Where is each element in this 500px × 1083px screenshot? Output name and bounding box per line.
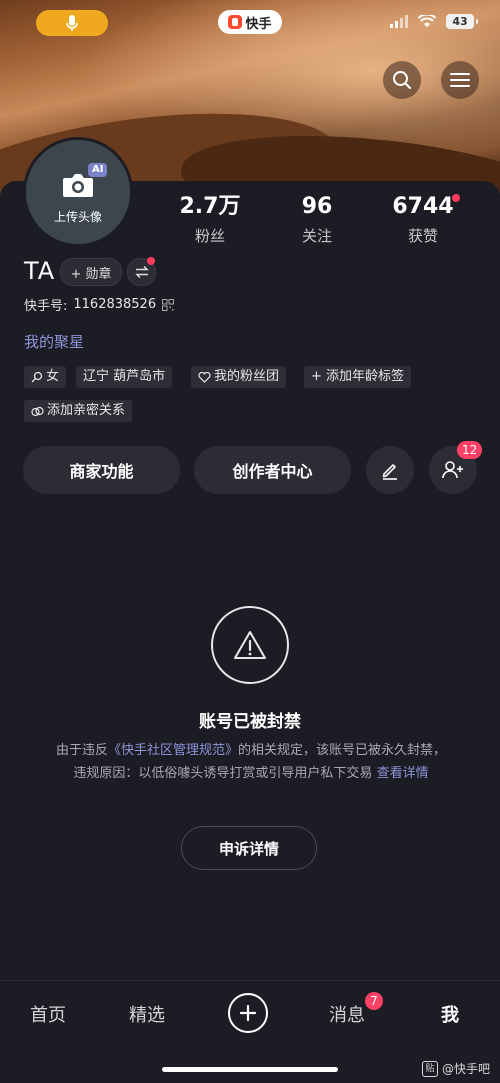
signal-icon	[390, 15, 408, 28]
kwai-id-row: 快手号: 1162838526	[24, 295, 175, 314]
tag-label: 辽宁 葫芦岛市	[83, 369, 166, 384]
likes-notification-dot	[452, 194, 460, 202]
appeal-details-button[interactable]: 申诉详情	[181, 826, 317, 870]
watermark-text: @快手吧	[441, 1062, 490, 1076]
menu-icon	[450, 73, 470, 87]
stat-label: 获赞	[407, 227, 438, 245]
qr-code-icon[interactable]	[162, 298, 175, 311]
link-icon	[31, 406, 44, 416]
heart-icon	[198, 371, 211, 383]
tab-me[interactable]: 我	[441, 1001, 459, 1027]
home-indicator[interactable]	[162, 1067, 338, 1072]
stat-label: 关注	[301, 227, 332, 245]
avatar-label: 上传头像	[53, 210, 102, 224]
tab-featured[interactable]: 精选	[129, 1001, 165, 1027]
stat-value: 2.7万	[179, 194, 241, 219]
tieba-icon: 贴	[421, 1060, 438, 1077]
view-details-link[interactable]: 查看详情	[377, 766, 429, 781]
messages-badge: 7	[365, 992, 383, 1010]
tab-messages[interactable]: 消息	[329, 1001, 365, 1027]
battery-icon: 43	[446, 14, 478, 29]
female-icon	[31, 371, 43, 383]
tag-add-age[interactable]: + 添加年龄标签	[304, 366, 412, 388]
creator-center-button[interactable]: 创作者中心	[194, 446, 351, 494]
mic-icon	[66, 15, 78, 31]
edit-profile-button[interactable]	[366, 446, 414, 494]
kuaishou-logo-icon	[228, 15, 243, 29]
tag-label: 女	[46, 369, 60, 384]
kwai-id-value: 1162838526	[73, 297, 157, 312]
add-user-icon	[442, 461, 463, 479]
ban-desc-text: 由于违反	[55, 743, 108, 758]
my-juxing-link[interactable]: 我的聚星	[24, 331, 84, 352]
tag-fan-club[interactable]: 我的粉丝团	[191, 366, 287, 388]
warning-icon	[234, 631, 266, 659]
plus-icon	[239, 1004, 257, 1022]
search-icon	[393, 71, 411, 89]
avatar-upload[interactable]: AI 上传头像	[23, 137, 133, 247]
wifi-icon	[418, 15, 436, 27]
add-medal-button[interactable]: + 勋章	[60, 258, 122, 286]
warning-badge	[211, 606, 289, 684]
tag-label: 我的粉丝团	[214, 369, 280, 384]
tag-add-relationship[interactable]: 添加亲密关系	[24, 400, 133, 422]
kwai-id-label: 快手号:	[24, 299, 68, 314]
profile-name: TA	[24, 257, 56, 285]
stat-value: 96	[301, 194, 333, 219]
tag-location[interactable]: 辽宁 葫芦岛市	[76, 366, 173, 388]
camera-icon	[63, 174, 93, 197]
edit-icon	[382, 464, 397, 480]
tab-home[interactable]: 首页	[30, 1001, 66, 1027]
app-indicator: 快手	[218, 10, 282, 34]
menu-button[interactable]	[441, 61, 479, 99]
tag-gender[interactable]: 女	[24, 366, 67, 388]
ban-title: 账号已被封禁	[199, 712, 301, 732]
tag-label: 添加亲密关系	[47, 403, 126, 418]
search-button[interactable]	[383, 61, 421, 99]
mic-indicator	[36, 10, 108, 36]
switch-icon	[134, 266, 149, 278]
switch-notification-dot	[147, 257, 155, 265]
status-bar: 快手 43	[0, 0, 500, 44]
merchant-features-button[interactable]: 商家功能	[23, 446, 180, 494]
stat-label: 粉丝	[194, 227, 225, 245]
friend-request-badge: 12	[457, 441, 483, 459]
stat-following[interactable]: 96 关注	[267, 193, 367, 246]
app-name: 快手	[245, 16, 272, 32]
tag-label: + 添加年龄标签	[311, 369, 405, 384]
watermark: 贴 @快手吧	[421, 1060, 490, 1077]
system-icons: 43	[390, 14, 478, 29]
ban-description: 由于违反《快手社区管理规范》的相关规定，该账号已被永久封禁，违规原因：以低俗噱头…	[52, 739, 450, 785]
create-button[interactable]	[228, 993, 268, 1033]
community-rules-link[interactable]: 《快手社区管理规范》	[108, 743, 238, 758]
stat-fans[interactable]: 2.7万 粉丝	[160, 193, 260, 246]
